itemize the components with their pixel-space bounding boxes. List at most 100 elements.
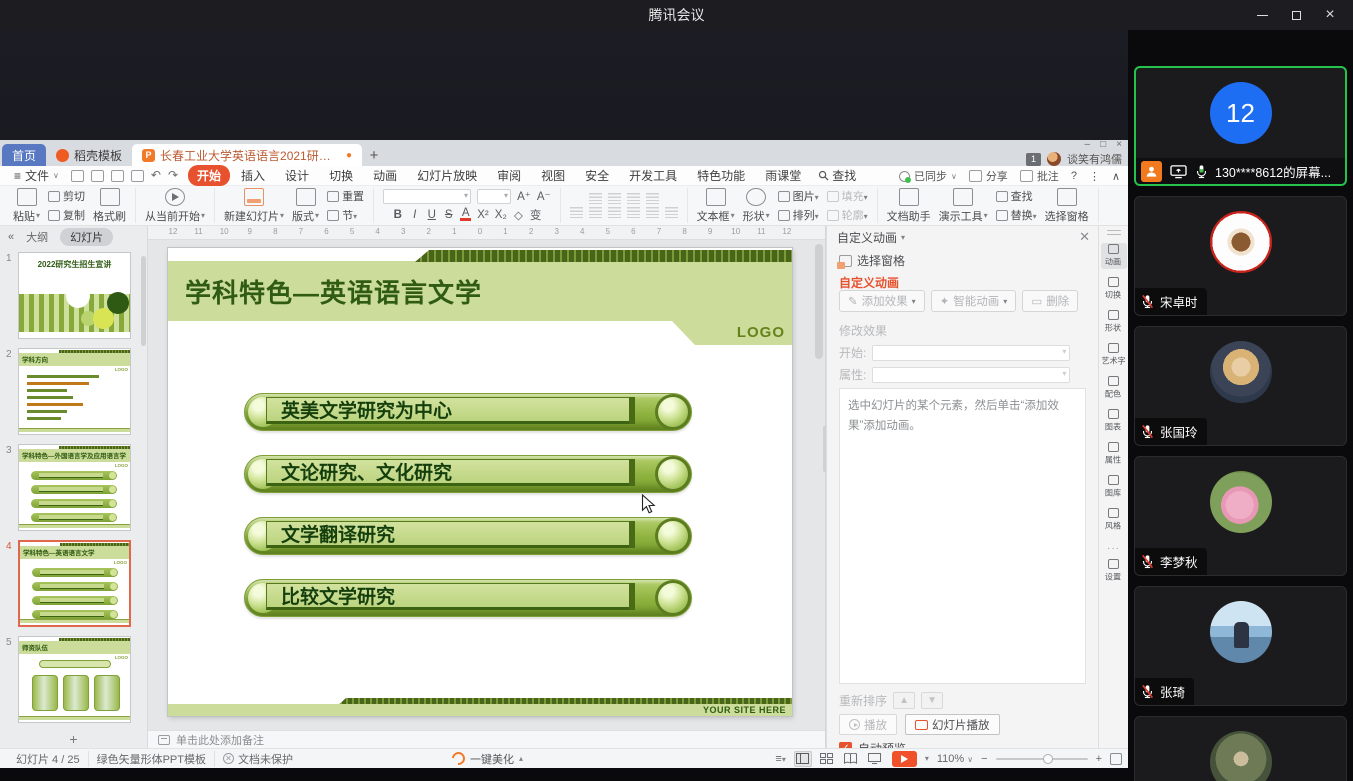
ribbon-图片-button[interactable]: 图片▾ [778, 188, 819, 204]
wps-tab-docer[interactable]: 稻壳模板 [46, 144, 132, 166]
save-icon[interactable] [71, 170, 84, 182]
menu-item-切换[interactable]: 切换 [320, 165, 362, 186]
normal-view-button[interactable] [794, 751, 812, 767]
rail-grip-icon[interactable] [1107, 230, 1121, 235]
participant-tile-张琦[interactable]: 张琦 [1134, 586, 1347, 706]
print-icon[interactable] [111, 170, 124, 182]
selection-pane-button[interactable]: 选择窗格 [839, 252, 905, 269]
wps-maximize-icon[interactable]: □ [1100, 140, 1106, 150]
more-menu-icon[interactable]: ⋮ [1089, 170, 1100, 183]
add-slide-button[interactable]: + [0, 730, 147, 748]
preview-icon[interactable] [131, 170, 144, 182]
zoom-in-button[interactable]: + [1096, 753, 1102, 765]
participant-tile-130****8612的屏幕...[interactable]: 12130****8612的屏幕... [1134, 66, 1347, 186]
bold-button[interactable]: B [392, 209, 403, 221]
text-direction-icon[interactable] [665, 207, 678, 218]
zoom-slider-thumb[interactable] [1043, 754, 1053, 764]
slideshow-options-icon[interactable]: ▾ [925, 754, 929, 763]
wps-tab-document[interactable]: P长春工业大学英语语言2021研究生宣讲● [132, 144, 362, 166]
template-name[interactable]: 绿色矢量形体PPT模板 [88, 751, 214, 767]
panel-close-icon[interactable]: ✕ [1079, 229, 1090, 245]
ribbon-从当前开始-button[interactable]: 从当前开始▾ [145, 188, 205, 224]
maximize-button[interactable] [1279, 0, 1313, 30]
zoom-out-button[interactable]: − [981, 753, 987, 765]
property-select[interactable] [872, 367, 1070, 383]
rail-item-艺术字[interactable]: 艺术字 [1101, 342, 1127, 368]
export-icon[interactable] [91, 170, 104, 182]
pinyin-button[interactable]: 变 [530, 207, 542, 223]
rail-item-属性[interactable]: 属性 [1101, 441, 1127, 467]
rail-item-风格[interactable]: 风格 [1101, 507, 1127, 533]
share-button[interactable]: 分享 [969, 168, 1008, 184]
rail-item-动画[interactable]: 动画 [1101, 243, 1127, 269]
panel-title[interactable]: 自定义动画 [837, 229, 897, 246]
menu-item-审阅[interactable]: 审阅 [488, 165, 530, 186]
menu-item-雨课堂[interactable]: 雨课堂 [756, 165, 810, 186]
strikethrough-button[interactable]: S [443, 209, 454, 221]
file-menu[interactable]: ≡ 文件 ∨ [8, 167, 65, 184]
bullets-icon[interactable] [589, 193, 602, 204]
smart-animation-button[interactable]: ✦ 智能动画 ▾ [931, 290, 1017, 312]
tab-outline[interactable]: 大纲 [24, 228, 50, 246]
move-down-button[interactable]: ▼ [921, 692, 943, 709]
slide-canvas[interactable]: 学科特色—英语语言文学 LOGO 英美文学研究为中心文论研究、文化研究文学翻译研… [168, 248, 792, 716]
thumbnail-scrollbar[interactable] [141, 256, 146, 346]
ribbon-重置-button[interactable]: 重置 [327, 188, 364, 204]
zoom-level[interactable]: 110% ∨ [937, 753, 973, 765]
font-size-select[interactable] [477, 189, 511, 204]
slideshow-play-button[interactable]: 幻灯片播放 [905, 714, 1000, 735]
subscript-button[interactable]: X₂ [495, 209, 507, 221]
slide-button-3[interactable]: 文学翻译研究 [244, 517, 692, 555]
menu-item-设计[interactable]: 设计 [276, 165, 318, 186]
start-slideshow-button[interactable] [892, 751, 917, 767]
slide-thumbnail-4[interactable]: 4学科特色—英语语言文学LOGO [18, 540, 147, 627]
ribbon-节-button[interactable]: 节▾ [327, 207, 364, 223]
text-effects-button[interactable]: ◇ [513, 208, 524, 222]
menu-item-开始[interactable]: 开始 [188, 165, 230, 186]
help-button[interactable]: ? [1071, 170, 1077, 182]
redo-icon[interactable]: ↷ [168, 170, 178, 182]
minimize-button[interactable] [1245, 0, 1279, 30]
zoom-slider[interactable] [996, 758, 1088, 760]
justify-icon[interactable] [627, 207, 640, 218]
new-tab-button[interactable]: + [362, 144, 386, 166]
slide-thumbnail-2[interactable]: 2学科方向LOGO [18, 348, 147, 435]
rail-item-图表[interactable]: 图表 [1101, 408, 1127, 434]
columns-icon[interactable] [646, 207, 659, 218]
account-avatar[interactable] [1047, 152, 1061, 166]
superscript-button[interactable]: X² [477, 209, 489, 221]
menu-item-开发工具[interactable]: 开发工具 [620, 165, 686, 186]
ribbon-轮廓-button[interactable]: 轮廓▾ [827, 207, 868, 223]
comment-button[interactable]: 批注 [1020, 168, 1059, 184]
slide-button-4[interactable]: 比较文学研究 [244, 579, 692, 617]
slide-logo[interactable]: LOGO [737, 324, 785, 341]
wps-minimize-icon[interactable]: – [1085, 140, 1091, 150]
slide-thumbnail-1[interactable]: 12022研究生招生宣讲 [18, 252, 147, 339]
menu-item-视图[interactable]: 视图 [532, 165, 574, 186]
ribbon-版式-button[interactable]: 版式▾ [292, 188, 319, 224]
rail-item-图库[interactable]: 图库 [1101, 474, 1127, 500]
sync-status[interactable]: 已同步∨ [899, 168, 957, 184]
increase-font-button[interactable]: A⁺ [517, 189, 531, 203]
underline-button[interactable]: U [426, 209, 437, 221]
collapse-ribbon-icon[interactable]: ∧ [1112, 170, 1120, 183]
rail-item-配色[interactable]: 配色 [1101, 375, 1127, 401]
message-badge[interactable]: 1 [1026, 153, 1041, 166]
document-protection[interactable]: ✕ 文档未保护 [214, 751, 301, 767]
font-name-select[interactable] [383, 189, 471, 204]
fit-slide-icon[interactable] [1110, 753, 1122, 765]
decrease-font-button[interactable]: A⁻ [537, 189, 551, 203]
notes-toggle-icon[interactable]: ≡▾ [775, 753, 785, 765]
menu-item-插入[interactable]: 插入 [232, 165, 274, 186]
close-button[interactable]: × [1313, 0, 1347, 30]
indent-icon[interactable] [627, 193, 640, 204]
ribbon-格式刷-button[interactable]: 格式刷 [93, 188, 126, 224]
font-color-button[interactable]: A [460, 208, 471, 221]
start-select[interactable] [872, 345, 1070, 361]
menu-item-特色功能[interactable]: 特色功能 [688, 165, 754, 186]
ribbon-选择窗格-button[interactable]: 选择窗格 [1045, 188, 1089, 224]
delete-effect-button[interactable]: ▭ 删除 [1022, 290, 1078, 312]
ribbon-文档助手-button[interactable]: 文档助手 [887, 188, 931, 224]
ribbon-演示工具-button[interactable]: 演示工具▾ [939, 188, 988, 224]
slide-thumbnail-3[interactable]: 3学科特色—外国语言学及应用语言学LOGO [18, 444, 147, 531]
